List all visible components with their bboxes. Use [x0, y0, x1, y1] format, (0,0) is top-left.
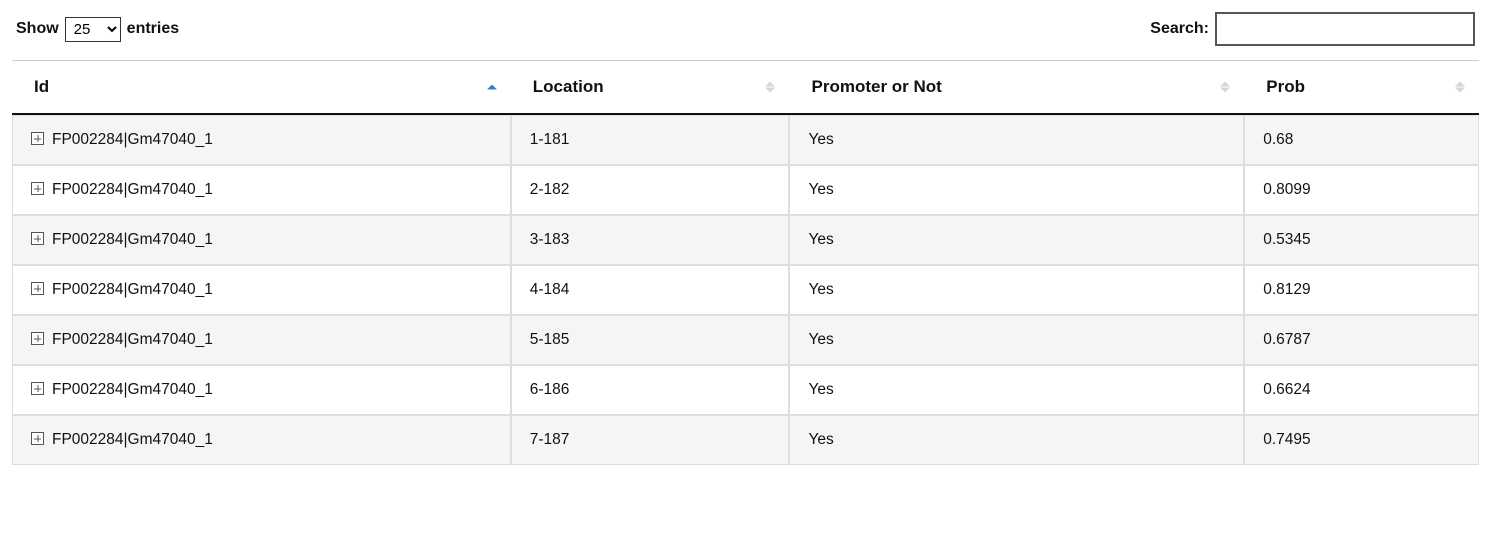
- search-input[interactable]: [1215, 12, 1475, 46]
- table-row: FP002284|Gm47040_1 5-185Yes0.6787: [12, 315, 1479, 365]
- search-label: Search:: [1150, 20, 1209, 38]
- id-text: FP002284|Gm47040_1: [52, 131, 213, 148]
- cell-promoter: Yes: [789, 415, 1244, 465]
- column-label: Location: [533, 77, 604, 96]
- cell-prob: 0.8129: [1244, 265, 1479, 315]
- cell-id: FP002284|Gm47040_1: [12, 365, 511, 415]
- sort-icon: [1455, 82, 1465, 93]
- cell-prob: 0.8099: [1244, 165, 1479, 215]
- cell-location: 6-186: [511, 365, 790, 415]
- expand-icon[interactable]: [31, 232, 44, 245]
- cell-location: 1-181: [511, 115, 790, 165]
- table-controls: Show 102550100 entries Search:: [12, 12, 1479, 46]
- expand-icon[interactable]: [31, 182, 44, 195]
- cell-prob: 0.7495: [1244, 415, 1479, 465]
- cell-promoter: Yes: [789, 365, 1244, 415]
- table-row: FP002284|Gm47040_1 1-181Yes0.68: [12, 115, 1479, 165]
- cell-id: FP002284|Gm47040_1: [12, 415, 511, 465]
- cell-id: FP002284|Gm47040_1: [12, 215, 511, 265]
- id-text: FP002284|Gm47040_1: [52, 231, 213, 248]
- table-header-row: Id Location Promoter or Not Prob: [12, 60, 1479, 115]
- cell-prob: 0.6624: [1244, 365, 1479, 415]
- expand-icon[interactable]: [31, 382, 44, 395]
- cell-prob: 0.6787: [1244, 315, 1479, 365]
- id-text: FP002284|Gm47040_1: [52, 181, 213, 198]
- column-header-location[interactable]: Location: [511, 60, 790, 115]
- cell-prob: 0.5345: [1244, 215, 1479, 265]
- table-row: FP002284|Gm47040_1 4-184Yes0.8129: [12, 265, 1479, 315]
- cell-location: 7-187: [511, 415, 790, 465]
- cell-location: 3-183: [511, 215, 790, 265]
- expand-icon[interactable]: [31, 432, 44, 445]
- cell-id: FP002284|Gm47040_1: [12, 265, 511, 315]
- cell-prob: 0.68: [1244, 115, 1479, 165]
- expand-icon[interactable]: [31, 132, 44, 145]
- cell-location: 4-184: [511, 265, 790, 315]
- expand-icon[interactable]: [31, 282, 44, 295]
- cell-promoter: Yes: [789, 265, 1244, 315]
- cell-promoter: Yes: [789, 115, 1244, 165]
- sort-icon: [487, 85, 497, 90]
- length-suffix: entries: [127, 20, 179, 38]
- id-text: FP002284|Gm47040_1: [52, 281, 213, 298]
- cell-promoter: Yes: [789, 315, 1244, 365]
- column-label: Id: [34, 77, 49, 96]
- id-text: FP002284|Gm47040_1: [52, 381, 213, 398]
- cell-promoter: Yes: [789, 165, 1244, 215]
- column-label: Prob: [1266, 77, 1305, 96]
- data-table: Id Location Promoter or Not Prob FP002284|G…: [12, 60, 1479, 465]
- id-text: FP002284|Gm47040_1: [52, 331, 213, 348]
- search-group: Search:: [1150, 12, 1475, 46]
- sort-icon: [765, 82, 775, 93]
- cell-location: 2-182: [511, 165, 790, 215]
- cell-id: FP002284|Gm47040_1: [12, 315, 511, 365]
- cell-id: FP002284|Gm47040_1: [12, 165, 511, 215]
- length-select[interactable]: 102550100: [65, 17, 121, 42]
- length-menu: Show 102550100 entries: [16, 17, 179, 42]
- length-prefix: Show: [16, 20, 59, 38]
- cell-id: FP002284|Gm47040_1: [12, 115, 511, 165]
- column-header-promoter[interactable]: Promoter or Not: [789, 60, 1244, 115]
- id-text: FP002284|Gm47040_1: [52, 431, 213, 448]
- table-row: FP002284|Gm47040_1 3-183Yes0.5345: [12, 215, 1479, 265]
- table-row: FP002284|Gm47040_1 6-186Yes0.6624: [12, 365, 1479, 415]
- column-header-id[interactable]: Id: [12, 60, 511, 115]
- cell-promoter: Yes: [789, 215, 1244, 265]
- column-header-prob[interactable]: Prob: [1244, 60, 1479, 115]
- column-label: Promoter or Not: [811, 77, 941, 96]
- sort-icon: [1220, 82, 1230, 93]
- table-row: FP002284|Gm47040_1 7-187Yes0.7495: [12, 415, 1479, 465]
- expand-icon[interactable]: [31, 332, 44, 345]
- cell-location: 5-185: [511, 315, 790, 365]
- table-row: FP002284|Gm47040_1 2-182Yes0.8099: [12, 165, 1479, 215]
